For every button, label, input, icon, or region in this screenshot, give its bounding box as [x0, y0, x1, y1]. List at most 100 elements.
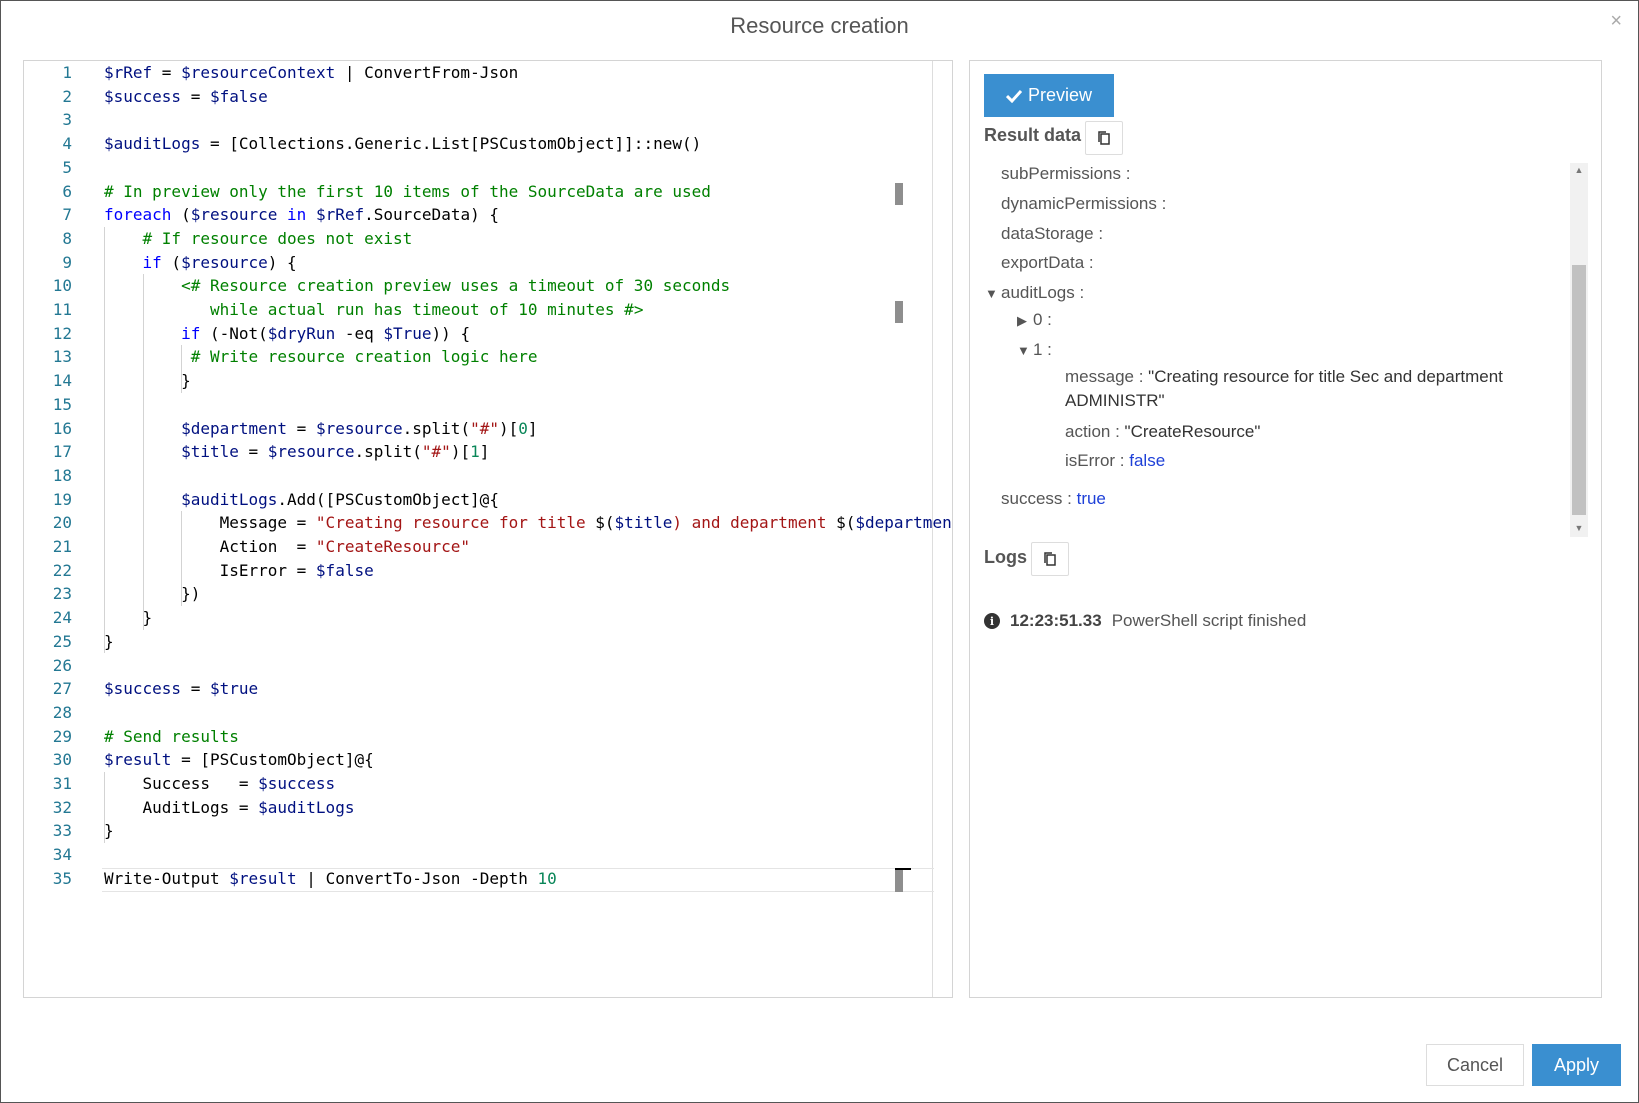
code-token: .split( — [354, 442, 422, 462]
code-token: .split( — [402, 418, 471, 438]
tree-key: 1 : — [1033, 340, 1052, 359]
code-line[interactable]: 11 while actual run has timeout of 10 mi… — [24, 298, 952, 322]
tree-row[interactable]: ▶ 0 : — [1017, 309, 1052, 332]
code-line[interactable]: 29 # Send results — [24, 725, 952, 749]
code-token: ( — [171, 205, 191, 225]
copy-result-button[interactable] — [1085, 121, 1123, 155]
code-line[interactable]: 31 Success = $success — [24, 772, 952, 796]
tree-row: dynamicPermissions : — [1001, 193, 1166, 215]
tree-value: false — [1129, 451, 1166, 470]
apply-button[interactable]: Apply — [1532, 1044, 1621, 1086]
line-number: 9 — [62, 252, 72, 272]
code-text: $title = $resource.split("#")[1] — [104, 440, 489, 464]
expanded-caret-icon[interactable]: ▼ — [1017, 340, 1030, 362]
code-line[interactable]: 16 $department = $resource.split("#")[0] — [24, 417, 952, 441]
line-number: 8 — [62, 228, 72, 248]
expanded-caret-icon[interactable]: ▼ — [985, 283, 998, 305]
cancel-button[interactable]: Cancel — [1426, 1044, 1524, 1086]
tree-row: isError : false — [1065, 450, 1165, 472]
code-text: <# Resource creation preview uses a time… — [104, 274, 730, 298]
code-line[interactable]: 6 # In preview only the first 10 items of… — [24, 180, 952, 204]
scroll-up-icon[interactable]: ▲ — [1570, 163, 1588, 177]
line-number: 23 — [52, 584, 72, 604]
copy-logs-button[interactable] — [1031, 542, 1069, 576]
code-line[interactable]: 3 — [24, 108, 952, 132]
code-line[interactable]: 27 $success = $true — [24, 677, 952, 701]
code-token: ) { — [267, 252, 297, 272]
code-line[interactable]: 34 — [24, 843, 952, 867]
code-editor[interactable]: 1 $rRef = $resourceContext | ConvertFrom-… — [23, 60, 953, 998]
code-token: $resource — [181, 252, 268, 272]
scroll-down-icon[interactable]: ▼ — [1570, 521, 1588, 535]
code-token: IsError = — [104, 560, 316, 580]
code-line[interactable]: 5 — [24, 156, 952, 180]
code-text: $result = [PSCustomObject]@{ — [104, 748, 374, 772]
code-line[interactable]: 8 # If resource does not exist — [24, 227, 952, 251]
scroll-thumb[interactable] — [1572, 265, 1586, 515]
preview-button[interactable]: Preview — [984, 74, 1114, 117]
code-line[interactable]: 24 } — [24, 606, 952, 630]
code-token: $success — [104, 679, 182, 699]
code-line[interactable]: 19 $auditLogs.Add([PSCustomObject]@{ — [24, 488, 952, 512]
overview-ruler-mark — [895, 301, 903, 323]
tree-key: dataStorage : — [1001, 224, 1104, 243]
code-line[interactable]: 30 $result = [PSCustomObject]@{ — [24, 748, 952, 772]
code-line[interactable]: 25} — [24, 630, 952, 654]
tree-row[interactable]: ▼ auditLogs : — [985, 282, 1084, 305]
code-line[interactable]: 28 — [24, 701, 952, 725]
code-line[interactable]: 10 <# Resource creation preview uses a t… — [24, 274, 952, 298]
code-line[interactable]: 35 Write-Output $result | ConvertTo-Json … — [24, 867, 952, 891]
code-token: .SourceData) { — [364, 205, 499, 225]
code-token: $resource — [315, 418, 403, 438]
code-line[interactable]: 1 $rRef = $resourceContext | ConvertFrom-… — [24, 61, 952, 85]
code-token: } — [104, 371, 191, 391]
code-line[interactable]: 7 foreach ($resource in $rRef.SourceData)… — [24, 203, 952, 227]
tree-row[interactable]: ▼ 1 : — [1017, 339, 1052, 362]
close-icon[interactable]: × — [1610, 11, 1622, 31]
code-line[interactable]: 15 — [24, 393, 952, 417]
code-text: # Write resource creation logic here — [104, 345, 538, 369]
result-scrollbar[interactable]: ▲ ▼ — [1570, 163, 1588, 537]
code-token: "#" — [470, 418, 499, 438]
collapsed-caret-icon[interactable]: ▶ — [1017, 310, 1027, 332]
code-line[interactable]: 12 if (-Not($dryRun -eq $True)) { — [24, 322, 952, 346]
line-number: 10 — [52, 276, 72, 296]
code-line[interactable]: 21 Action = "CreateResource" — [24, 535, 952, 559]
code-line[interactable]: 22 IsError = $false — [24, 559, 952, 583]
code-line[interactable]: 26 — [24, 654, 952, 678]
code-text: Action = "CreateResource" — [104, 535, 470, 559]
result-panel: Preview Result data subPermissions : dyna… — [969, 60, 1602, 998]
code-line[interactable]: 13 # Write resource creation logic here — [24, 345, 952, 369]
code-token: (-Not( — [200, 323, 268, 343]
code-line[interactable]: 9 if ($resource) { — [24, 251, 952, 275]
code-token: Message = — [104, 513, 316, 533]
line-number: 22 — [52, 560, 72, 580]
code-line[interactable]: 14 } — [24, 369, 952, 393]
result-tree[interactable]: subPermissions : dynamicPermissions : data… — [984, 163, 1584, 537]
code-token: ( — [161, 252, 182, 272]
code-token: $resource — [190, 205, 278, 225]
code-token: $success — [104, 86, 182, 106]
code-line[interactable]: 23 }) — [24, 582, 952, 606]
code-text: } — [104, 630, 114, 654]
tree-key: isError : — [1065, 451, 1130, 470]
code-line[interactable]: 33} — [24, 819, 952, 843]
line-number: 19 — [52, 489, 72, 509]
code-line[interactable]: 32 AuditLogs = $auditLogs — [24, 796, 952, 820]
overview-ruler-cursor — [895, 867, 911, 870]
code-line[interactable]: 20 Message = "Creating resource for titl… — [24, 511, 952, 535]
code-line[interactable]: 18 — [24, 464, 952, 488]
code-line[interactable]: 4 $auditLogs = [Collections.Generic.List[… — [24, 132, 952, 156]
code-line[interactable]: 2 $success = $false — [24, 85, 952, 109]
tree-key: exportData : — [1001, 253, 1094, 272]
code-line[interactable]: 17 $title = $resource.split("#")[1] — [24, 440, 952, 464]
line-number: 16 — [52, 418, 72, 438]
code-token: "CreateResource" — [315, 537, 471, 556]
code-token: $resourceContext — [181, 63, 336, 82]
code-token: "Creating resource for title — [315, 513, 596, 533]
check-icon — [1005, 89, 1022, 103]
code-token: } — [104, 631, 114, 651]
